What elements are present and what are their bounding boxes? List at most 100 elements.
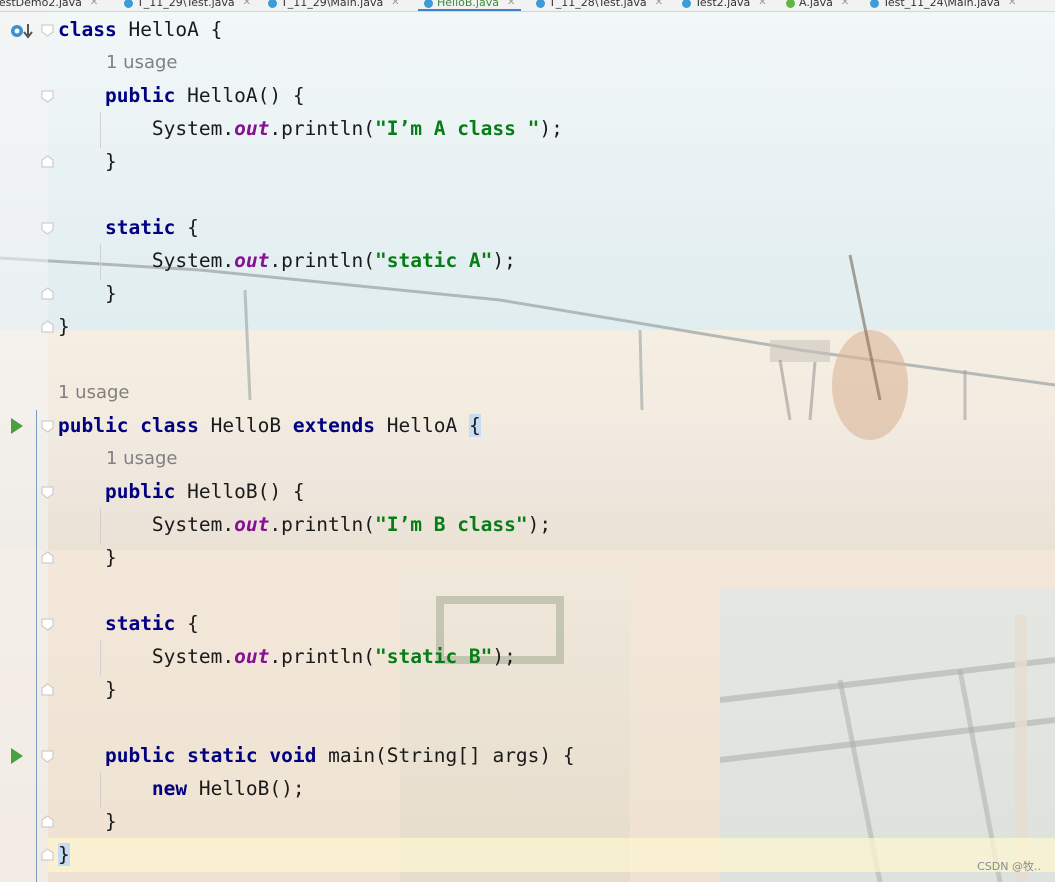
keyword: class xyxy=(58,18,117,41)
tab-label: T_11_28\Test.java xyxy=(549,0,647,9)
code-line[interactable]: public class HelloB extends HelloA { xyxy=(58,413,481,439)
keyword: public xyxy=(104,744,176,767)
identifier: System. xyxy=(151,645,235,668)
tab-label: T_11_29\Test.java xyxy=(137,0,235,9)
keyword: public xyxy=(104,84,176,107)
fold-open-icon[interactable] xyxy=(41,486,54,499)
tab-t1129-test[interactable]: T_11_29\Test.java ✕ xyxy=(124,0,251,11)
java-class-icon xyxy=(424,0,433,8)
close-icon[interactable]: ✕ xyxy=(90,0,98,11)
string-literal: "I’m A class " xyxy=(375,117,540,140)
keyword: static xyxy=(187,744,258,767)
tab-label: Test_11_24\Main.java xyxy=(883,0,1001,9)
matched-brace: } xyxy=(58,843,70,866)
implemented-by-icon[interactable] xyxy=(10,22,34,40)
identifier: System. xyxy=(151,249,235,272)
close-icon[interactable]: ✕ xyxy=(243,0,251,11)
active-tab-indicator xyxy=(418,9,522,11)
code-line[interactable]: } xyxy=(58,314,70,340)
class-name: HelloB xyxy=(198,777,270,800)
fold-close-icon[interactable] xyxy=(41,815,54,828)
static-field: out xyxy=(234,249,270,272)
tab-a[interactable]: A.java ✕ xyxy=(786,0,849,11)
java-file-icon xyxy=(786,0,795,8)
method-call: .println( xyxy=(269,249,376,272)
method-signature: main(String[] args) xyxy=(328,744,552,767)
code-line[interactable]: } xyxy=(58,677,117,703)
keyword: public xyxy=(104,480,176,503)
fold-open-icon[interactable] xyxy=(41,222,54,235)
tab-test1124-main[interactable]: Test_11_24\Main.java ✕ xyxy=(870,0,1017,11)
string-literal: "I’m B class" xyxy=(375,513,528,536)
code-line[interactable]: new HelloB(); xyxy=(58,776,305,802)
static-field: out xyxy=(234,513,270,536)
usage-hint[interactable]: 1 usage xyxy=(106,446,178,472)
fold-open-icon[interactable] xyxy=(41,420,54,433)
fold-close-icon[interactable] xyxy=(41,287,54,300)
fold-open-icon[interactable] xyxy=(41,750,54,763)
tab-label: TestDemo2.java xyxy=(0,0,82,9)
code-line[interactable]: System.out.println("I’m B class"); xyxy=(58,512,551,538)
java-class-icon xyxy=(268,0,277,8)
method-call: .println( xyxy=(269,513,376,536)
method-call: .println( xyxy=(269,645,376,668)
fold-close-icon[interactable] xyxy=(41,551,54,564)
code-line[interactable]: } xyxy=(58,842,70,868)
run-main-icon[interactable] xyxy=(11,748,23,764)
code-line[interactable]: static { xyxy=(58,611,199,637)
keyword: class xyxy=(140,414,199,437)
tab-testdemo2[interactable]: TestDemo2.java ✕ xyxy=(0,0,98,11)
java-class-icon xyxy=(124,0,133,8)
fold-close-icon[interactable] xyxy=(41,683,54,696)
code-line[interactable]: System.out.println("static A"); xyxy=(58,248,516,274)
tab-t1128-test[interactable]: T_11_28\Test.java ✕ xyxy=(536,0,663,11)
identifier: System. xyxy=(151,117,235,140)
close-icon[interactable]: ✕ xyxy=(1008,0,1016,11)
watermark: CSDN @牧.. xyxy=(977,860,1041,873)
tab-label: Test2.java xyxy=(695,0,751,9)
constructor-name: HelloB xyxy=(187,480,258,503)
tab-t1129-main[interactable]: T_11_29\Main.java ✕ xyxy=(268,0,400,11)
constructor-name: HelloA xyxy=(187,84,258,107)
code-line[interactable]: } xyxy=(58,281,117,307)
current-line-highlight xyxy=(48,838,1055,872)
java-class-icon xyxy=(682,0,691,8)
class-name: HelloA xyxy=(128,18,199,41)
fold-close-icon[interactable] xyxy=(41,155,54,168)
code-line[interactable]: } xyxy=(58,149,117,175)
editor-tab-bar: TestDemo2.java ✕ T_11_29\Test.java ✕ T_1… xyxy=(0,0,1055,12)
method-call: .println( xyxy=(269,117,376,140)
close-icon[interactable]: ✕ xyxy=(841,0,849,11)
static-field: out xyxy=(234,117,270,140)
fold-open-icon[interactable] xyxy=(41,618,54,631)
class-name: HelloB xyxy=(210,414,282,437)
close-icon[interactable]: ✕ xyxy=(391,0,399,11)
run-class-icon[interactable] xyxy=(11,418,23,434)
matched-brace: { xyxy=(469,414,481,437)
fold-open-icon[interactable] xyxy=(41,24,54,37)
java-class-icon xyxy=(536,0,545,8)
code-line[interactable]: System.out.println("static B"); xyxy=(58,644,516,670)
code-line[interactable]: } xyxy=(58,809,117,835)
fold-open-icon[interactable] xyxy=(41,90,54,103)
keyword: void xyxy=(269,744,317,767)
code-line[interactable]: public static void main(String[] args) { xyxy=(58,743,575,769)
string-literal: "static A" xyxy=(375,249,493,272)
tab-test2[interactable]: Test2.java ✕ xyxy=(682,0,767,11)
usage-hint[interactable]: 1 usage xyxy=(106,50,178,76)
code-line[interactable]: class HelloA { xyxy=(58,17,222,43)
keyword: new xyxy=(151,777,188,800)
close-icon[interactable]: ✕ xyxy=(655,0,663,11)
code-line[interactable]: public HelloB() { xyxy=(58,479,305,505)
tab-hellob[interactable]: HelloB.java ✕ xyxy=(418,0,522,11)
code-line[interactable]: public HelloA() { xyxy=(58,83,305,109)
identifier: System. xyxy=(151,513,235,536)
fold-close-icon[interactable] xyxy=(41,848,54,861)
code-line[interactable]: System.out.println("I’m A class "); xyxy=(58,116,563,142)
close-icon[interactable]: ✕ xyxy=(758,0,766,11)
fold-close-icon[interactable] xyxy=(41,320,54,333)
tab-label: T_11_29\Main.java xyxy=(281,0,384,9)
usage-hint[interactable]: 1 usage xyxy=(58,380,130,406)
code-line[interactable]: static { xyxy=(58,215,199,241)
code-line[interactable]: } xyxy=(58,545,117,571)
